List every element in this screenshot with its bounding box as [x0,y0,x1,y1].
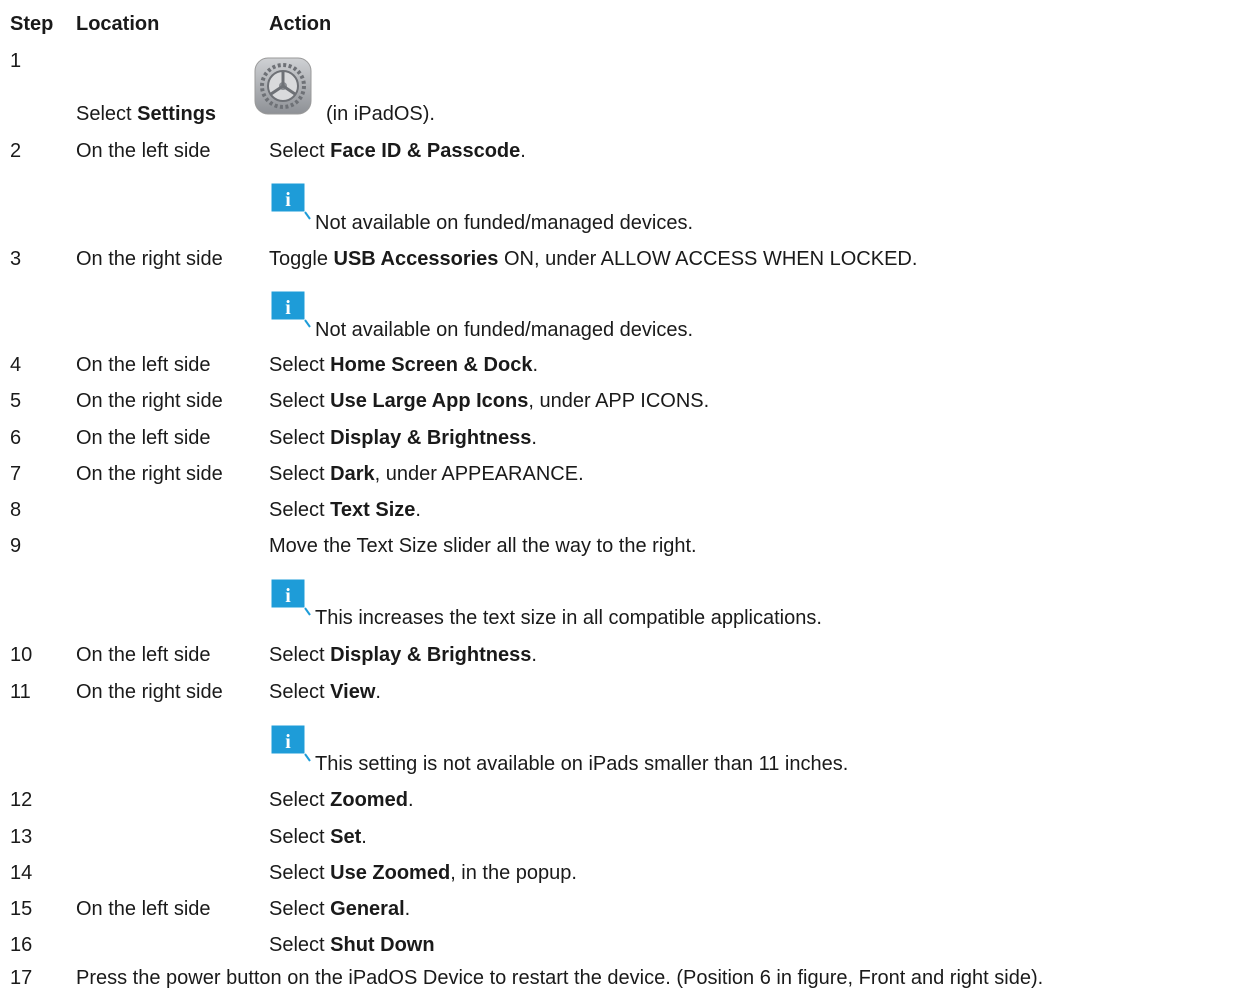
instructions-table: Step Location Action 1 Select Settings (… [0,0,1246,994]
action-text: Select Face ID & Passcode. [269,140,526,162]
step-number: 10 [10,644,33,666]
note-text: This setting is not available on iPads s… [315,753,849,775]
table-row: 9 Move the Text Size slider all the way … [0,534,1246,558]
action-text: Select Zoomed. [269,789,414,811]
note-row: Not available on funded/managed devices. [0,318,1246,342]
location-text: On the right side [76,681,223,703]
table-row: 4 On the left side Select Home Screen & … [0,353,1246,377]
action-text: Select Display & Brightness. [269,427,537,449]
svg-text:i: i [285,585,291,607]
location-text: On the right side [76,390,223,412]
step-number: 11 [10,681,31,703]
note-text: Not available on funded/managed devices. [315,212,694,234]
step-number: 15 [10,898,33,920]
header-step: Step [10,13,54,35]
table-row: 11 On the right side Select View. [0,680,1246,704]
table-row-action: Select Settings (in iPadOS). [0,102,1246,126]
action-text: Select Use Large App Icons, under APP IC… [269,390,710,412]
step-number: 8 [10,499,22,521]
step-number: 14 [10,862,33,884]
step-number: 7 [10,463,22,485]
location-text: On the left side [76,354,211,376]
header-action: Action [269,13,332,35]
step-number: 5 [10,390,22,412]
header-location: Location [76,13,160,35]
action-text: Select Dark, under APPEARANCE. [269,463,584,485]
table-row: 8 Select Text Size. [0,498,1246,522]
action-text: Select Text Size. [269,499,421,521]
step-number: 6 [10,427,22,449]
settings-gear-icon [254,57,312,115]
action-text: Press the power button on the iPadOS Dev… [76,967,1044,989]
table-row: 15 On the left side Select General. [0,897,1246,921]
action-text: Move the Text Size slider all the way to… [269,535,697,557]
note-row: Not available on funded/managed devices. [0,211,1246,235]
table-row: 13 Select Set. [0,825,1246,849]
table-row: 1 [0,49,1246,73]
table-row: 17 Press the power button on the iPadOS … [0,966,1246,990]
action-text: Select Set. [269,826,367,848]
location-text: On the left side [76,427,211,449]
action-text: Select Use Zoomed, in the popup. [269,862,577,884]
location-text: On the left side [76,644,211,666]
note-text: Not available on funded/managed devices. [315,319,694,341]
action-suffix: (in iPadOS). [326,103,435,125]
step-number: 17 [10,967,33,989]
action-text: Toggle USB Accessories ON, under ALLOW A… [269,248,918,270]
table-row: 12 Select Zoomed. [0,788,1246,812]
location-text: On the right side [76,248,223,270]
step-number: 1 [10,50,22,72]
note-text: This increases the text size in all comp… [315,607,822,629]
step-number: 9 [10,535,22,557]
svg-text:i: i [285,731,291,753]
table-row: 10 On the left side Select Display & Bri… [0,643,1246,667]
location-text: On the right side [76,463,223,485]
step-number: 2 [10,140,22,162]
action-text: Select Shut Down [269,934,435,956]
table-header: Step Location Action [0,12,1246,36]
step-number: 4 [10,354,22,376]
location-text: On the left side [76,140,211,162]
note-row: This setting is not available on iPads s… [0,752,1246,776]
table-row: 16 Select Shut Down [0,933,1246,957]
table-row: 6 On the left side Select Display & Brig… [0,426,1246,450]
table-row: 14 Select Use Zoomed, in the popup. [0,861,1246,885]
table-row: 2 On the left side Select Face ID & Pass… [0,139,1246,163]
action-text: Select Home Screen & Dock. [269,354,539,376]
step-number: 12 [10,789,33,811]
table-row: 5 On the right side Select Use Large App… [0,389,1246,413]
note-row: This increases the text size in all comp… [0,606,1246,630]
action-text: Select View. [269,681,381,703]
location-text: On the left side [76,898,211,920]
table-row: 7 On the right side Select Dark, under A… [0,462,1246,486]
action-text: Select General. [269,898,411,920]
svg-text:i: i [285,297,291,319]
action-text: Select Settings [76,103,217,125]
step-number: 13 [10,826,33,848]
svg-text:i: i [285,189,291,211]
step-number: 16 [10,934,33,956]
action-text: Select Display & Brightness. [269,644,537,666]
table-row: 3 On the right side Toggle USB Accessori… [0,247,1246,271]
step-number: 3 [10,248,22,270]
